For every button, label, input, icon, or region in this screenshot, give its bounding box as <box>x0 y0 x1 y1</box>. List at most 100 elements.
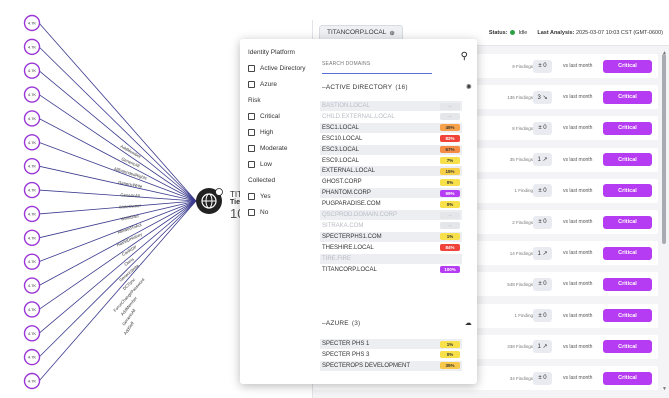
graph-node[interactable]: 4.7K <box>23 110 41 127</box>
domain-item[interactable]: BASTION.LOCAL -- <box>320 101 462 111</box>
risk-pct-badge: 35% <box>440 362 460 370</box>
risk-pct-badge: 0% <box>440 351 460 359</box>
graph-node[interactable]: 4.7K <box>23 157 41 175</box>
checkbox[interactable] <box>248 160 255 168</box>
domain-item[interactable]: SPECTEROPS DEVELOPMENT 35% <box>320 360 462 371</box>
domain-item[interactable]: ESC9.LOCAL 7% <box>320 156 462 166</box>
graph-edge[interactable] <box>38 22 197 202</box>
last-analysis-value: 2025-03-07 10:03 CST (GMT-0600) <box>575 29 663 36</box>
domain-item[interactable]: CHILD.EXTERNAL.LOCAL -- <box>320 112 462 122</box>
hub-badge <box>215 188 223 196</box>
severity-badge[interactable]: Critical <box>603 121 652 135</box>
checkbox[interactable] <box>248 80 255 88</box>
checkbox[interactable] <box>248 112 255 120</box>
graph-node[interactable]: 4.7K <box>23 372 41 390</box>
graph-node[interactable]: 4.7K <box>23 253 41 270</box>
graph-edge[interactable] <box>38 94 197 202</box>
domain-name: SPECTER PHS 3 <box>322 351 370 358</box>
active-directory-icon: ✺ <box>465 84 472 91</box>
graph-node[interactable]: 4.7K <box>23 229 41 247</box>
edge-label: CanRDP <box>121 244 138 257</box>
node-label: 4.7K <box>28 116 37 121</box>
domain-item[interactable]: PUGPARADISE.COM 0% <box>320 199 462 209</box>
domain-item[interactable]: ESC3.LOCAL 67% <box>320 144 462 155</box>
vs-last-month: vs last month <box>563 63 593 69</box>
domain-item[interactable]: TIRE.FIRE <box>320 253 462 264</box>
severity-badge[interactable]: Critical <box>603 277 652 291</box>
graph-node[interactable]: 4.7K <box>23 205 41 223</box>
domain-item[interactable]: ESC1.LOCAL 45% <box>320 122 462 133</box>
domain-name: TIRE.FIRE <box>322 255 352 262</box>
graph-node[interactable]: 4.7K <box>23 181 41 199</box>
search-input[interactable] <box>322 61 432 74</box>
domain-item[interactable]: QSCPROD.DOMAIN.CORP -- <box>320 210 462 220</box>
graph-node[interactable]: 4.7K <box>23 134 41 151</box>
vs-last-month: vs last month <box>563 125 593 132</box>
platform-option[interactable]: Active Directory <box>248 60 315 76</box>
graph-node[interactable]: 4.7K <box>23 277 41 294</box>
node-label: 4.7K <box>28 44 37 49</box>
severity-badge[interactable]: Critical <box>603 184 652 198</box>
vs-last-month: vs last month <box>563 187 593 194</box>
scrollbar[interactable] <box>662 54 666 244</box>
domain-item[interactable]: SPECTERPHS1.COM 1% <box>320 231 462 242</box>
domain-item[interactable]: PHANTOM.CORP 99% <box>320 188 462 199</box>
globe-icon[interactable] <box>196 188 223 214</box>
risk-option[interactable]: Low <box>248 156 315 172</box>
finding-count: 548 Findings <box>507 281 533 287</box>
graph-node[interactable]: 4.7K <box>23 62 41 79</box>
checkbox[interactable] <box>248 208 255 216</box>
graph-node[interactable]: 4.7K <box>23 348 41 366</box>
domain-item[interactable]: TITANCORP.LOCAL 100% <box>320 265 462 275</box>
severity-badge[interactable]: Critical <box>603 371 652 385</box>
domain-item[interactable]: THESHIRE.LOCAL 84% <box>320 243 462 253</box>
graph-edge[interactable] <box>38 200 197 334</box>
azure-header[interactable]: –AZURE (3) ☁ <box>322 319 472 328</box>
graph-edge[interactable] <box>38 118 197 202</box>
graph-edge[interactable] <box>38 200 197 215</box>
checkbox[interactable] <box>248 128 255 136</box>
severity-badge[interactable]: Critical <box>603 153 652 167</box>
graph-node[interactable]: 4.7K <box>23 14 41 32</box>
risk-option[interactable]: Critical <box>248 108 315 124</box>
graph-edge[interactable] <box>38 200 197 310</box>
graph-edge[interactable] <box>38 200 197 382</box>
domain-item[interactable]: EXTERNAL.LOCAL 15% <box>320 166 462 177</box>
checkbox[interactable] <box>248 64 255 72</box>
domain-item[interactable]: ESC10.LOCAL 82% <box>320 134 462 144</box>
scroll-up-icon[interactable]: ▲ <box>662 50 667 56</box>
domain-item[interactable]: GHOST.CORP 0% <box>320 177 462 187</box>
graph-node[interactable]: 4.7K <box>23 301 41 318</box>
node-label: 4.7K <box>28 331 37 336</box>
globe-icon: ⊕ <box>389 29 395 37</box>
domain-name: QSCPROD.DOMAIN.CORP <box>322 212 398 218</box>
graph-node[interactable]: 4.7K <box>23 325 41 342</box>
graph-edge[interactable] <box>38 46 197 202</box>
active-directory-header[interactable]: –ACTIVE DIRECTORY (16) ✺ <box>322 83 472 92</box>
last-analysis: Last Analysis: 2025-03-07 10:03 CST (GMT… <box>537 30 663 36</box>
scroll-down-icon[interactable]: ▼ <box>662 386 667 392</box>
checkbox[interactable] <box>248 192 255 200</box>
node-label: 4.7K <box>28 283 37 288</box>
trend-indicator: ± 0 <box>533 277 552 291</box>
severity-badge[interactable]: Critical <box>603 340 652 354</box>
severity-badge[interactable]: Critical <box>603 215 652 229</box>
graph-node[interactable]: 4.7K <box>23 86 41 103</box>
risk-pct-badge: 0% <box>440 178 460 186</box>
severity-badge[interactable]: Critical <box>603 246 652 260</box>
collected-option[interactable]: Yes <box>248 188 315 204</box>
search-icon[interactable]: ⚲ <box>461 51 468 62</box>
severity-badge[interactable]: Critical <box>603 309 652 323</box>
domain-item[interactable]: SPECTER PHS 1 1% <box>320 339 462 349</box>
platform-option[interactable]: Azure <box>248 76 315 92</box>
risk-option[interactable]: High <box>248 124 315 140</box>
graph-node[interactable]: 4.7K <box>23 38 41 56</box>
risk-option[interactable]: Moderate <box>248 140 315 156</box>
severity-badge[interactable]: Critical <box>603 59 652 73</box>
collected-option[interactable]: No <box>248 204 315 220</box>
severity-badge[interactable]: Critical <box>603 90 652 104</box>
domain-item[interactable]: SITRAKA.COM -- <box>320 221 462 231</box>
risk-pct-badge: -- <box>440 222 460 230</box>
domain-item[interactable]: SPECTER PHS 3 0% <box>320 350 462 360</box>
checkbox[interactable] <box>248 144 255 152</box>
